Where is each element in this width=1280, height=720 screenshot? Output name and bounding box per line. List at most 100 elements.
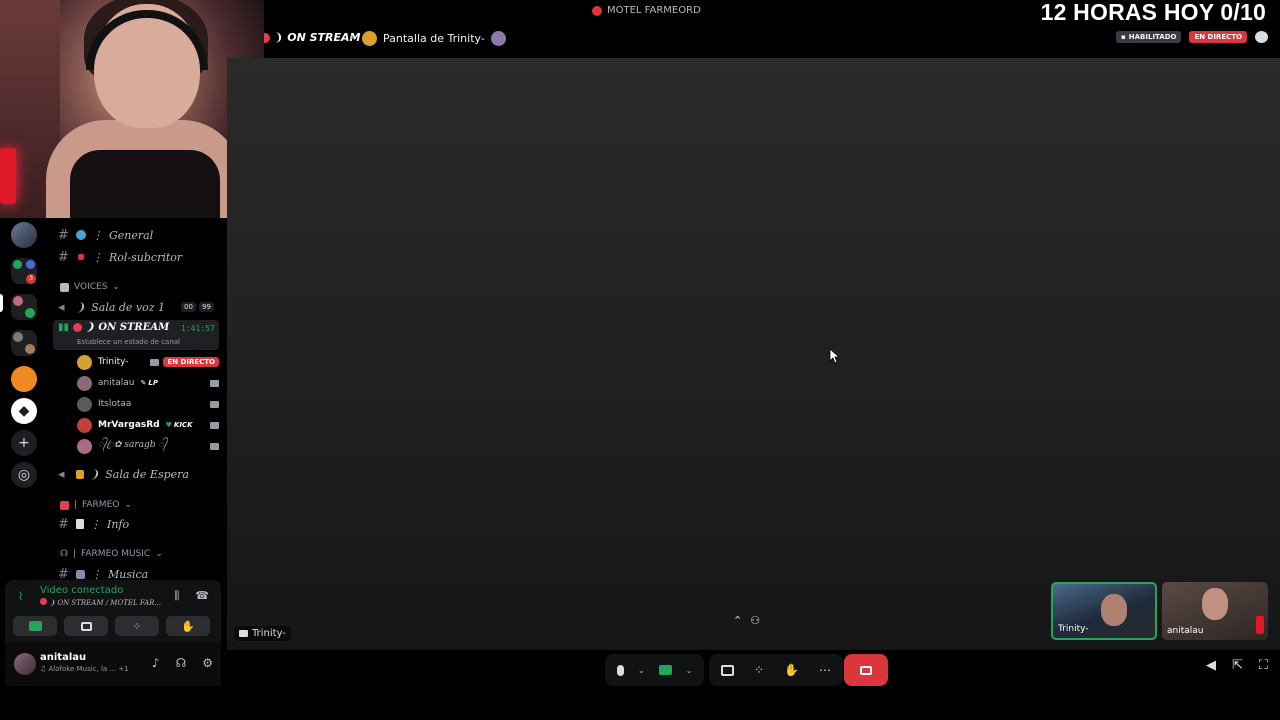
volume-icon[interactable]: ◀ xyxy=(1206,658,1216,673)
camera-icon xyxy=(210,421,219,429)
activities-icon[interactable]: ⁘ xyxy=(754,663,764,677)
chevron-down-icon: ⌄ xyxy=(124,500,132,510)
call-controls-bar: ⌄ ⌄ ⁘ ✋ ⋯ ◀ ⇱ ⛶ xyxy=(227,650,1280,720)
chevron-down-icon: ⌄ xyxy=(112,282,120,292)
tile-name: Trinity- xyxy=(1058,624,1089,634)
gear-icon[interactable]: ⚙ xyxy=(202,656,213,670)
category-farmeo-music[interactable]: ☊ | FARMEO MUSIC ⌄ xyxy=(60,549,163,559)
live-voice-icon: ▮▮ xyxy=(58,322,70,333)
camera-icon[interactable] xyxy=(658,665,672,675)
speaker-icon xyxy=(60,282,69,292)
channel-sala-de-espera[interactable]: ◂ ❩ Sala de Espera xyxy=(58,464,189,484)
camera-button[interactable] xyxy=(13,616,57,636)
user-panel: anitalau ♫ Alofoke Music, la ... +1 ♪ ☊ … xyxy=(5,642,221,686)
channel-status[interactable]: Establece un estado de canal xyxy=(77,338,180,346)
soundboard-button[interactable]: ✋ xyxy=(166,616,210,636)
member-mrvargasrd[interactable]: MrVargasRd ♥ KICK xyxy=(77,416,219,434)
server-icon[interactable]: ◆ xyxy=(11,398,37,424)
camera-icon xyxy=(150,358,160,366)
app-root: MOTEL FARMEORD 12 HORAS HOY 0/10 ❩ ON ST… xyxy=(0,0,1280,720)
mouse-cursor-icon xyxy=(829,348,841,364)
header-separator: › xyxy=(350,32,354,43)
members-icon[interactable]: ⚇ xyxy=(750,614,760,627)
hash-icon: # xyxy=(58,249,69,265)
user-limit: 99 xyxy=(199,302,214,312)
server-icon[interactable] xyxy=(11,366,37,392)
noise-suppression-icon[interactable]: ⫼ xyxy=(174,589,179,603)
disconnect-icon[interactable]: ☎ xyxy=(195,589,209,603)
enabled-badge: ▪ HABILITADO xyxy=(1116,31,1182,43)
hash-icon: # xyxy=(58,227,69,243)
chevron-down-icon[interactable]: ⌄ xyxy=(638,666,645,675)
fullscreen-icon[interactable]: ⛶ xyxy=(1259,658,1268,673)
server-folder-icon[interactable] xyxy=(11,294,37,320)
server-icon[interactable] xyxy=(11,222,37,248)
explore-icon[interactable]: ◎ xyxy=(11,462,37,488)
category-farmeo[interactable]: | FARMEO ⌄ xyxy=(60,500,132,510)
window-title: MOTEL FARMEORD xyxy=(592,5,701,16)
mic-icon[interactable] xyxy=(617,664,624,676)
screen-share-button[interactable] xyxy=(64,616,108,636)
media-controls: ⌄ ⌄ xyxy=(605,654,705,686)
participant-tile-anitalau[interactable]: anitalau xyxy=(1162,582,1268,640)
screen-share-icon[interactable] xyxy=(721,664,734,676)
trinity-avatar xyxy=(362,31,377,46)
channel-sala-de-voz-1[interactable]: ◂ ❩ Sala de voz 1 xyxy=(58,297,165,317)
globe-icon xyxy=(76,230,86,240)
server-folder-icon[interactable] xyxy=(11,330,37,356)
avatar xyxy=(77,396,92,412)
header-channel-name[interactable]: ❩ ON STREAM xyxy=(264,31,360,44)
header-screen-share[interactable]: Pantalla de Trinity- xyxy=(362,31,506,46)
signal-icon[interactable]: ⌇ xyxy=(18,590,30,603)
activities-button[interactable]: ⁘ xyxy=(115,616,159,636)
activity-controls: ⁘ ✋ ⋯ xyxy=(709,654,844,686)
stream-header: ❩ ON STREAM › Pantalla de Trinity- ▪ HAB… xyxy=(264,22,1280,58)
window-title-text: MOTEL FARMEORD xyxy=(607,5,701,16)
channel-musica[interactable]: # ⋮ Musica xyxy=(58,564,148,581)
chat-icon[interactable] xyxy=(1255,31,1268,43)
channel-general[interactable]: # ⋮ General xyxy=(58,225,153,245)
headphones-icon[interactable]: ☊ xyxy=(176,656,187,670)
channel-sidebar: # ⋮ General # ⋮ Rol-subcritor VOICES ⌄ ◂… xyxy=(50,218,227,580)
end-stream-button[interactable] xyxy=(844,654,888,686)
member-itslotaa[interactable]: Itslotaa xyxy=(77,395,219,413)
chevron-down-icon[interactable]: ⌄ xyxy=(686,666,693,675)
activities-icon: ⁘ xyxy=(132,619,142,633)
member-trinity[interactable]: Trinity- EN DIRECTO xyxy=(77,353,219,371)
music-icon xyxy=(76,569,85,579)
avatar[interactable] xyxy=(14,653,36,675)
voice-channel-link[interactable]: ❩ ON STREAM / MOTEL FAR... xyxy=(40,598,161,607)
popout-icon[interactable]: ⇱ xyxy=(1232,658,1243,673)
hash-icon: # xyxy=(58,566,69,581)
member-saragb[interactable]: ᭄ꦿ✿ saragb ᭄ xyxy=(77,437,219,455)
stream-stage[interactable] xyxy=(227,58,1280,650)
channel-info[interactable]: # ⋮ Info xyxy=(58,514,129,534)
user-tag: ✎ LP xyxy=(140,379,158,387)
server-folder-icon[interactable]: 3 xyxy=(11,258,37,284)
avatar xyxy=(77,354,92,370)
add-server-icon[interactable]: + xyxy=(11,430,37,456)
channel-on-stream[interactable]: ▮▮ ❩ ON STREAM xyxy=(58,322,169,333)
small-avatar xyxy=(490,31,506,46)
headphones-icon: ☊ xyxy=(60,549,68,559)
chevron-up-icon[interactable]: ⌃ xyxy=(733,614,742,627)
soundboard-icon[interactable]: ✋ xyxy=(784,663,799,677)
camera-icon xyxy=(210,379,219,387)
live-badge: EN DIRECTO xyxy=(163,357,219,367)
server-icon xyxy=(592,5,602,16)
user-tag: ♥ KICK xyxy=(165,421,193,429)
music-icon: ♫ xyxy=(40,665,47,673)
channel-rol-subcritor[interactable]: # ⋮ Rol-subcritor xyxy=(58,247,182,267)
username[interactable]: anitalau xyxy=(40,652,86,663)
camera-icon xyxy=(210,400,219,408)
stage-user-label: Trinity- xyxy=(234,626,291,641)
mic-icon[interactable]: ♪ xyxy=(152,656,160,670)
stop-icon xyxy=(860,665,872,675)
voice-timer: 1:41:57 xyxy=(181,324,215,333)
member-anitalau[interactable]: anitalau ✎ LP xyxy=(77,374,219,392)
more-icon[interactable]: ⋯ xyxy=(819,663,831,677)
category-voices[interactable]: VOICES ⌄ xyxy=(60,282,120,292)
user-count: 00 xyxy=(181,302,196,312)
participant-tile-trinity[interactable]: Trinity- xyxy=(1051,582,1157,640)
pin-icon: ✎ xyxy=(140,379,147,387)
